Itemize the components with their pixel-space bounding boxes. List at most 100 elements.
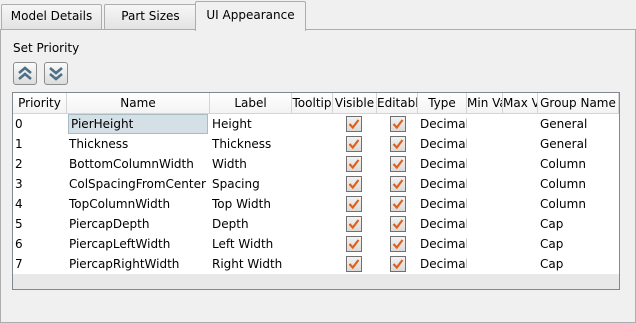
max-value-cell[interactable] [503, 174, 538, 194]
visible-checkbox[interactable] [346, 176, 362, 192]
max-value-cell[interactable] [503, 254, 538, 274]
column-header-max-value[interactable]: Max Value [503, 93, 538, 114]
type-cell[interactable]: Decimal [418, 154, 467, 174]
column-header-name[interactable]: Name [67, 93, 210, 114]
priority-cell[interactable]: 6 [13, 234, 67, 254]
min-value-cell[interactable] [467, 134, 503, 154]
min-value-cell[interactable] [467, 234, 503, 254]
column-header-visible[interactable]: Visible [333, 93, 377, 114]
visible-checkbox[interactable] [346, 256, 362, 272]
label-cell[interactable]: Right Width [210, 254, 292, 274]
editable-checkbox[interactable] [390, 116, 406, 132]
column-header-editable[interactable]: Editable [377, 93, 418, 114]
type-cell[interactable]: Decimal [418, 214, 467, 234]
type-cell[interactable]: Decimal [418, 194, 467, 214]
label-cell[interactable]: Thickness [210, 134, 292, 154]
editable-checkbox[interactable] [390, 216, 406, 232]
name-cell[interactable]: PierHeight [68, 114, 208, 134]
group-name-cell[interactable]: Cap [538, 214, 619, 234]
visible-checkbox[interactable] [346, 196, 362, 212]
min-value-cell[interactable] [467, 214, 503, 234]
group-name-cell[interactable]: Column [538, 194, 619, 214]
editable-checkbox[interactable] [390, 236, 406, 252]
type-cell[interactable]: Decimal [418, 134, 467, 154]
visible-checkbox[interactable] [346, 116, 362, 132]
tooltip-cell[interactable] [292, 194, 333, 214]
editable-checkbox[interactable] [390, 136, 406, 152]
min-value-cell[interactable] [467, 194, 503, 214]
group-name-cell[interactable]: Column [538, 154, 619, 174]
visible-checkbox[interactable] [346, 136, 362, 152]
table-row[interactable]: 3 ColSpacingFromCenter Spacing Decimal Colum… [13, 174, 619, 194]
visible-checkbox[interactable] [346, 216, 362, 232]
tooltip-cell[interactable] [292, 154, 333, 174]
tooltip-cell[interactable] [292, 174, 333, 194]
editable-checkbox[interactable] [390, 176, 406, 192]
name-cell[interactable]: ColSpacingFromCenter [67, 174, 210, 194]
table-row[interactable]: 1 Thickness Thickness Decimal General [13, 134, 619, 154]
type-cell[interactable]: Decimal [418, 254, 467, 274]
max-value-cell[interactable] [503, 154, 538, 174]
table-row[interactable]: 0 PierHeight Height Decimal General [13, 114, 619, 134]
table-row[interactable]: 7 PiercapRightWidth Right Width Decimal Cap [13, 254, 619, 274]
table-row[interactable]: 6 PiercapLeftWidth Left Width Decimal Cap [13, 234, 619, 254]
column-header-min-value[interactable]: Min Value [467, 93, 503, 114]
tooltip-cell[interactable] [292, 114, 333, 134]
tooltip-cell[interactable] [292, 234, 333, 254]
max-value-cell[interactable] [503, 214, 538, 234]
max-value-cell[interactable] [503, 114, 538, 134]
priority-cell[interactable]: 2 [13, 154, 67, 174]
type-cell[interactable]: Decimal [418, 174, 467, 194]
label-cell[interactable]: Spacing [210, 174, 292, 194]
tooltip-cell[interactable] [292, 134, 333, 154]
priority-cell[interactable]: 5 [13, 214, 67, 234]
priority-cell[interactable]: 1 [13, 134, 67, 154]
name-cell[interactable]: PiercapRightWidth [67, 254, 210, 274]
group-name-cell[interactable]: Cap [538, 234, 619, 254]
tooltip-cell[interactable] [292, 254, 333, 274]
table-row[interactable]: 2 BottomColumnWidth Width Decimal Column [13, 154, 619, 174]
tab-ui-appearance[interactable]: UI Appearance [195, 1, 306, 31]
max-value-cell[interactable] [503, 134, 538, 154]
column-header-type[interactable]: Type [418, 93, 467, 114]
name-cell[interactable]: PiercapLeftWidth [67, 234, 210, 254]
min-value-cell[interactable] [467, 114, 503, 134]
move-up-button[interactable] [13, 62, 37, 85]
label-cell[interactable]: Height [210, 114, 292, 134]
min-value-cell[interactable] [467, 154, 503, 174]
label-cell[interactable]: Left Width [210, 234, 292, 254]
visible-checkbox[interactable] [346, 236, 362, 252]
group-name-cell[interactable]: Cap [538, 254, 619, 274]
table-row[interactable]: 4 TopColumnWidth Top Width Decimal Column [13, 194, 619, 214]
group-name-cell[interactable]: General [538, 114, 619, 134]
column-header-group-name[interactable]: Group Name [538, 93, 619, 114]
column-header-label[interactable]: Label [210, 93, 292, 114]
editable-checkbox[interactable] [390, 256, 406, 272]
tab-model-details[interactable]: Model Details [1, 4, 102, 29]
visible-checkbox[interactable] [346, 156, 362, 172]
type-cell[interactable]: Decimal [418, 234, 467, 254]
max-value-cell[interactable] [503, 234, 538, 254]
type-cell[interactable]: Decimal [418, 114, 467, 134]
name-cell[interactable]: PiercapDepth [67, 214, 210, 234]
priority-cell[interactable]: 7 [13, 254, 67, 274]
tab-part-sizes[interactable]: Part Sizes [104, 4, 197, 29]
editable-checkbox[interactable] [390, 196, 406, 212]
label-cell[interactable]: Width [210, 154, 292, 174]
group-name-cell[interactable]: General [538, 134, 619, 154]
table-row[interactable]: 5 PiercapDepth Depth Decimal Cap [13, 214, 619, 234]
label-cell[interactable]: Depth [210, 214, 292, 234]
column-header-tooltip[interactable]: Tooltip [292, 93, 333, 114]
editable-checkbox[interactable] [390, 156, 406, 172]
tooltip-cell[interactable] [292, 214, 333, 234]
min-value-cell[interactable] [467, 254, 503, 274]
move-down-button[interactable] [44, 62, 68, 85]
priority-cell[interactable]: 0 [13, 114, 67, 134]
parameters-grid[interactable]: Priority Name Label Tooltip Visible Edit… [12, 92, 620, 290]
min-value-cell[interactable] [467, 174, 503, 194]
priority-cell[interactable]: 3 [13, 174, 67, 194]
name-cell[interactable]: TopColumnWidth [67, 194, 210, 214]
priority-cell[interactable]: 4 [13, 194, 67, 214]
group-name-cell[interactable]: Column [538, 174, 619, 194]
max-value-cell[interactable] [503, 194, 538, 214]
